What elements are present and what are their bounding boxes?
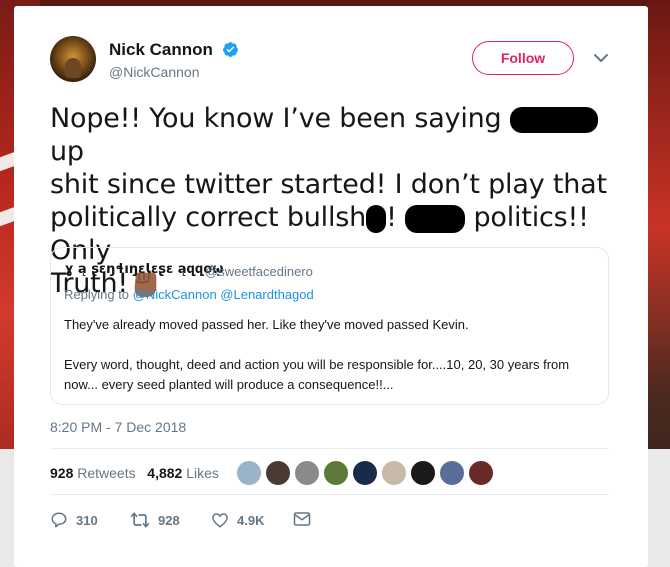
- liker-avatar[interactable]: [381, 460, 407, 486]
- quoted-author-name[interactable]: ɣ ą ʂɛŋɬıŋɛƖɛʂɛ ąզզơῳ: [65, 262, 224, 277]
- liker-avatar[interactable]: [294, 460, 320, 486]
- redaction-block: [366, 204, 387, 233]
- liker-avatar[interactable]: [265, 460, 291, 486]
- verified-badge-icon: [223, 42, 238, 57]
- redaction-block: [509, 106, 598, 133]
- quoted-author-handle[interactable]: @sweetfacedinero: [205, 264, 313, 279]
- envelope-icon: [293, 512, 311, 526]
- quoted-tweet-paragraph: Every word, thought, deed and action you…: [64, 357, 570, 392]
- reply-handles-link[interactable]: @NickCannon @Lenardthagod: [133, 287, 314, 302]
- tweet-text-part: Nope!! You know I’ve been saying: [50, 103, 502, 134]
- avatar[interactable]: [50, 36, 96, 82]
- tweet-text-part: politically correct bullsh: [50, 202, 367, 233]
- likes-count: 4,882: [147, 465, 183, 481]
- liker-avatar[interactable]: [439, 460, 465, 486]
- divider: [50, 494, 609, 495]
- retweet-count: 928: [158, 512, 180, 528]
- tweet-card: Nick Cannon @NickCannon Follow Nope!! Yo…: [14, 6, 648, 567]
- quoted-tweet-paragraph: They've already moved passed her. Like t…: [64, 317, 469, 332]
- retweets-label: Retweets: [77, 465, 136, 481]
- reply-icon: [51, 512, 67, 528]
- divider: [50, 448, 609, 449]
- reply-count: 310: [76, 512, 98, 528]
- direct-message-button[interactable]: [293, 511, 319, 527]
- retweets-count: 928: [50, 465, 74, 481]
- liker-avatar[interactable]: [468, 460, 494, 486]
- author-handle[interactable]: @NickCannon: [109, 64, 199, 80]
- quoted-tweet-body: They've already moved passed her. Like t…: [64, 315, 594, 415]
- redaction-block: [405, 204, 466, 233]
- like-count: 4.9K: [237, 512, 265, 528]
- reply-button[interactable]: 310: [50, 511, 98, 529]
- tweet-text-part: up: [50, 136, 84, 167]
- retweets-stat[interactable]: 928 Retweets: [50, 465, 136, 481]
- replying-to: Replying to @NickCannon @Lenardthagod: [64, 287, 314, 302]
- follow-button[interactable]: Follow: [472, 41, 574, 75]
- tweet-timestamp[interactable]: 8:20 PM - 7 Dec 2018: [50, 419, 186, 435]
- heart-icon: [212, 513, 228, 528]
- tweet-text-part: !: [386, 202, 397, 233]
- avatar-image: [65, 58, 81, 78]
- chevron-down-icon[interactable]: [593, 50, 609, 66]
- quoted-tweet[interactable]: ɣ ą ʂɛŋɬıŋɛƖɛʂɛ ąզզơῳ @sweetfacedinero R…: [50, 247, 609, 405]
- tweet-stats: 928 Retweets 4,882 Likes: [50, 465, 219, 481]
- like-button[interactable]: 4.9K: [211, 511, 264, 529]
- liker-avatar[interactable]: [323, 460, 349, 486]
- likes-stat[interactable]: 4,882 Likes: [147, 465, 219, 481]
- liker-avatar[interactable]: [352, 460, 378, 486]
- liker-avatar[interactable]: [236, 460, 262, 486]
- retweet-icon: [130, 512, 150, 528]
- liker-avatar[interactable]: [410, 460, 436, 486]
- replying-to-label: Replying to: [64, 287, 130, 302]
- author-name[interactable]: Nick Cannon: [109, 40, 213, 60]
- tweet-text-part: shit since twitter started! I don’t play…: [50, 169, 607, 200]
- likes-label: Likes: [186, 465, 219, 481]
- retweet-button[interactable]: 928: [130, 511, 180, 529]
